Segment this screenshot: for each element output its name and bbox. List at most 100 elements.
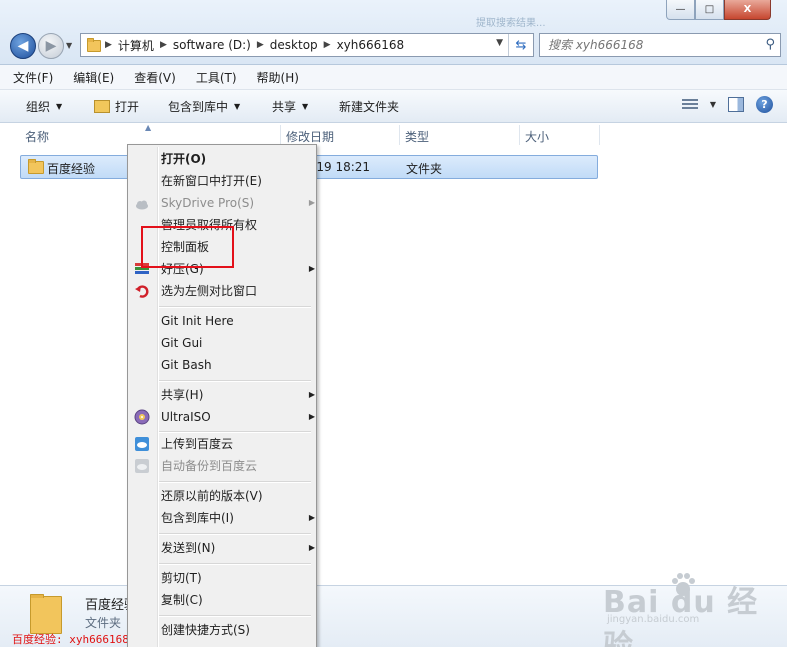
menu-file[interactable]: 文件(F) (6, 69, 60, 86)
column-size[interactable]: 大小 (525, 128, 549, 145)
submenu-arrow-icon: ▶ (308, 390, 315, 399)
menu-help[interactable]: 帮助(H) (250, 69, 306, 86)
menu-edit[interactable]: 编辑(E) (66, 69, 121, 86)
command-bar: 组织 ▼ 打开 包含到库中 ▼ 共享 ▼ 新建文件夹 ▼ ? (0, 90, 787, 123)
open-label: 打开 (115, 100, 140, 114)
menu-item-label: 打开(O) (161, 152, 207, 166)
menu-item-auto-backup[interactable]: 自动备份到百度云 (161, 456, 311, 476)
recent-pages-dropdown[interactable]: ▼ (66, 41, 74, 50)
baidu-cloud-icon (135, 437, 149, 451)
menu-item-label: 选为左侧对比窗口 (161, 284, 258, 298)
menu-item-copy[interactable]: 复制(C) (161, 590, 311, 610)
menu-separator (159, 431, 311, 433)
chevron-right-icon: ▶ (105, 40, 112, 50)
new-folder-label: 新建文件夹 (339, 100, 400, 114)
view-controls: ▼ ? (681, 96, 773, 113)
menu-view[interactable]: 查看(V) (127, 69, 183, 86)
search-icon[interactable]: ⚲ (765, 37, 775, 52)
breadcrumb-current-folder[interactable]: xyh666168 (333, 38, 409, 52)
menu-item-label: 发送到(N) (161, 541, 216, 555)
include-in-library-button[interactable]: 包含到库中 ▼ (168, 98, 240, 115)
column-divider[interactable] (519, 125, 520, 145)
file-name: 百度经验 (47, 162, 96, 176)
view-list-icon[interactable] (681, 98, 698, 111)
breadcrumb-computer[interactable]: 计算机 (114, 37, 158, 54)
share-button[interactable]: 共享 ▼ (272, 98, 308, 115)
menu-item-git-init[interactable]: Git Init Here (161, 311, 311, 331)
menu-gutter (157, 147, 159, 647)
menu-item-include-library[interactable]: 包含到库中(I) ▶ (161, 508, 315, 528)
chevron-down-icon[interactable]: ▼ (710, 100, 716, 109)
breadcrumb-desktop[interactable]: desktop (266, 38, 322, 52)
minimize-button[interactable]: — (666, 0, 695, 20)
menu-item-skydrive[interactable]: SkyDrive Pro(S) ▶ (161, 193, 315, 213)
menu-item-compare-left[interactable]: 选为左侧对比窗口 (161, 281, 311, 301)
menu-item-label: 剪切(T) (161, 571, 202, 585)
details-type: 文件夹 (85, 616, 122, 630)
organize-label: 组织 (26, 100, 51, 114)
column-divider[interactable] (399, 125, 400, 145)
preview-pane-icon[interactable] (728, 97, 744, 112)
author-watermark: 百度经验: xyh666168 (12, 633, 129, 646)
submenu-arrow-icon: ▶ (308, 198, 315, 207)
window-title: 提取搜索结果... (476, 18, 546, 29)
new-folder-button[interactable]: 新建文件夹 (339, 98, 399, 115)
folder-icon (28, 159, 44, 174)
menu-item-share[interactable]: 共享(H) ▶ (161, 385, 315, 405)
open-button[interactable]: 打开 (94, 98, 139, 115)
menu-item-label: 创建快捷方式(S) (161, 623, 250, 637)
help-icon[interactable]: ? (756, 96, 773, 113)
menu-item-label: 还原以前的版本(V) (161, 489, 263, 503)
ultraiso-disc-icon (134, 409, 150, 425)
menu-item-create-shortcut[interactable]: 创建快捷方式(S) (161, 620, 311, 640)
context-menu: 打开(O) 在新窗口中打开(E) SkyDrive Pro(S) ▶ 管理员取得所… (127, 144, 317, 647)
organize-button[interactable]: 组织 ▼ (26, 98, 62, 115)
menu-separator (159, 533, 311, 535)
chevron-right-icon: ▶ (159, 40, 167, 50)
chevron-down-icon: ▼ (56, 102, 63, 111)
baidu-paw-icon (672, 573, 695, 596)
menu-separator (159, 481, 311, 483)
breadcrumb-software-drive[interactable]: software (D:) (169, 38, 255, 52)
menu-item-git-gui[interactable]: Git Gui (161, 333, 311, 353)
menu-item-restore-versions[interactable]: 还原以前的版本(V) (161, 486, 311, 506)
menu-tools[interactable]: 工具(T) (189, 69, 244, 86)
menu-item-label: 上传到百度云 (161, 437, 234, 451)
menu-item-label: UltraISO (161, 410, 211, 424)
explorer-window: 提取搜索结果... — □ X ◀ ▶ ▼ ▶ 计算机 ▶ software (… (0, 0, 787, 647)
menu-item-open-new-window[interactable]: 在新窗口中打开(E) (161, 171, 311, 191)
chevron-down-icon: ▼ (234, 102, 241, 111)
menu-item-cut[interactable]: 剪切(T) (161, 568, 311, 588)
column-name[interactable]: 名称 (25, 128, 49, 145)
refresh-button[interactable]: ⇆ (508, 34, 533, 56)
menu-item-ultraiso[interactable]: UltraISO ▶ (161, 407, 315, 427)
menu-item-label: Git Bash (161, 358, 212, 372)
column-divider[interactable] (599, 125, 600, 145)
address-bar[interactable]: ▶ 计算机 ▶ software (D:) ▶ desktop ▶ xyh666… (80, 33, 534, 57)
menu-item-send-to[interactable]: 发送到(N) ▶ (161, 538, 315, 558)
menu-separator (159, 380, 311, 382)
forward-button[interactable]: ▶ (38, 33, 64, 59)
menu-item-label: 包含到库中(I) (161, 511, 234, 525)
submenu-arrow-icon: ▶ (308, 412, 315, 421)
share-label: 共享 (272, 100, 297, 114)
maximize-button[interactable]: □ (695, 0, 724, 20)
chevron-right-icon: ▶ (323, 40, 331, 50)
folder-icon (87, 38, 101, 52)
close-button[interactable]: X (724, 0, 771, 20)
menu-item-open[interactable]: 打开(O) (161, 149, 311, 169)
menu-separator (159, 563, 311, 565)
search-input[interactable] (546, 37, 755, 53)
column-date-modified[interactable]: 修改日期 (286, 128, 334, 145)
menu-item-upload-baidu[interactable]: 上传到百度云 (161, 434, 311, 454)
address-dropdown-icon[interactable]: ▼ (496, 38, 503, 48)
refresh-icon: ⇆ (515, 37, 527, 53)
menu-item-git-bash[interactable]: Git Bash (161, 355, 311, 375)
menu-separator (159, 615, 311, 617)
skydrive-cloud-icon (136, 200, 148, 210)
column-divider[interactable] (280, 125, 281, 145)
baidu-watermark: Bai du 经验 jingyan.baidu.com (603, 573, 783, 647)
back-button[interactable]: ◀ (10, 33, 36, 59)
sort-ascending-icon: ▲ (145, 123, 152, 132)
column-type[interactable]: 类型 (405, 128, 429, 145)
